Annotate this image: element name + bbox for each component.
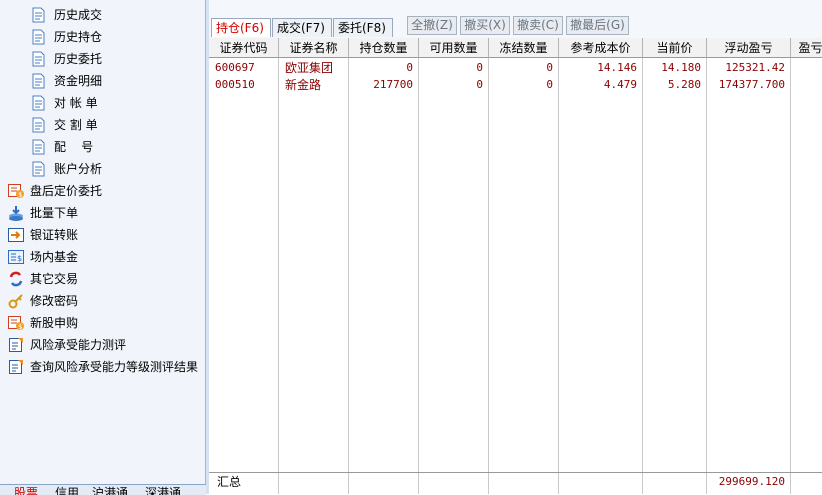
sidebar-item-label: 配 号 — [54, 140, 94, 154]
cell-floating-pl: 174377.700 — [718, 78, 785, 91]
cell-position-qty: 217700 — [373, 78, 413, 91]
bank-transfer-icon — [8, 227, 24, 243]
tab-bar: 持仓(F6) 成交(F7) 委托(F8) 全撤(Z) 撤买(X) 撤卖(C) 撤… — [209, 0, 822, 38]
cell-available-qty: 0 — [476, 78, 483, 91]
document-icon — [31, 29, 46, 45]
sidebar-item-label: 历史成交 — [54, 8, 103, 22]
sidebar: 历史成交 历史持仓 历史委托 资金明细 对 帐 单 交 割 单 配 号 账户分析… — [0, 0, 206, 495]
column-header-code[interactable]: 证券代码 — [209, 38, 279, 58]
sidebar-item-label: 风险承受能力测评 — [30, 338, 127, 352]
column-divider — [706, 58, 707, 494]
document-icon — [31, 139, 46, 155]
cancel-sell-button[interactable]: 撤卖(C) — [513, 16, 563, 35]
cell-frozen-qty: 0 — [546, 78, 553, 91]
cell-current-price: 14.180 — [661, 61, 701, 74]
column-divider — [348, 58, 349, 494]
cell-frozen-qty: 0 — [546, 61, 553, 74]
column-divider — [278, 58, 279, 494]
document-icon — [31, 95, 46, 111]
tab-orders[interactable]: 委托(F8) — [333, 18, 393, 37]
sidebar-item-label: 账户分析 — [54, 162, 103, 176]
other-trade-icon — [8, 271, 23, 287]
after-hours-order-icon: $ — [8, 183, 24, 199]
cell-name: 欧亚集团 — [285, 61, 334, 75]
cell-position-qty: 0 — [406, 61, 413, 74]
column-header-available-qty[interactable]: 可用数量 — [419, 38, 489, 58]
summary-divider — [209, 472, 822, 473]
sidebar-item-label: 新股申购 — [30, 316, 79, 330]
positions-table: 证券代码 证券名称 持仓数量 可用数量 冻结数量 参考成本价 当前价 浮动盈亏 … — [209, 38, 822, 494]
sidebar-item-label: 银证转账 — [30, 228, 79, 242]
cell-floating-pl: 125321.42 — [725, 61, 785, 74]
cell-current-price: 5.280 — [667, 78, 701, 91]
sidebar-item-label: 其它交易 — [30, 272, 79, 286]
risk-assessment-icon — [8, 337, 23, 353]
cell-code: 600697 — [215, 61, 255, 74]
document-icon — [31, 7, 46, 23]
cell-code: 000510 — [215, 78, 255, 91]
document-icon — [31, 161, 46, 177]
cancel-buy-button[interactable]: 撤买(X) — [460, 16, 510, 35]
column-divider — [790, 58, 791, 494]
svg-text:$: $ — [18, 191, 22, 199]
summary-floating-pl: 299699.120 — [718, 475, 785, 488]
cancel-last-button[interactable]: 撤最后(G) — [566, 16, 629, 35]
svg-text:$: $ — [17, 254, 22, 263]
column-header-pl[interactable]: 盈亏 — [791, 38, 822, 58]
svg-text:$: $ — [18, 323, 22, 331]
column-divider — [642, 58, 643, 494]
cell-name: 新金路 — [285, 78, 322, 92]
column-header-position-qty[interactable]: 持仓数量 — [349, 38, 419, 58]
key-icon — [8, 293, 23, 309]
sidebar-item-label: 历史委托 — [54, 52, 103, 66]
summary-label: 汇总 — [217, 475, 242, 489]
column-header-name[interactable]: 证券名称 — [279, 38, 349, 58]
sidebar-item-label: 历史持仓 — [54, 30, 103, 44]
fund-icon: $ — [8, 249, 24, 265]
sidebar-item-label: 批量下单 — [30, 206, 79, 220]
column-header-cost-price[interactable]: 参考成本价 — [559, 38, 643, 58]
cell-available-qty: 0 — [476, 61, 483, 74]
sidebar-item-label: 对 帐 单 — [54, 96, 98, 110]
cell-cost-price: 14.146 — [597, 61, 637, 74]
document-icon — [31, 117, 46, 133]
sidebar-item-label: 场内基金 — [30, 250, 79, 264]
sidebar-item-label: 盘后定价委托 — [30, 184, 103, 198]
column-header-frozen-qty[interactable]: 冻结数量 — [489, 38, 559, 58]
column-divider — [418, 58, 419, 494]
cancel-all-button[interactable]: 全撤(Z) — [407, 16, 457, 35]
sidebar-item-label: 交 割 单 — [54, 118, 98, 132]
cell-cost-price: 4.479 — [603, 78, 637, 91]
risk-result-icon — [8, 359, 23, 375]
sidebar-item-label: 查询风险承受能力等级测评结果 — [30, 360, 199, 374]
tab-positions[interactable]: 持仓(F6) — [211, 18, 271, 37]
ipo-icon: $ — [8, 315, 24, 331]
column-header-floating-pl[interactable]: 浮动盈亏 — [707, 38, 791, 58]
account-type-tabs: 股票 信用 沪港通 深港通 — [0, 484, 206, 495]
sidebar-item-label: 修改密码 — [30, 294, 79, 308]
main-panel: 持仓(F6) 成交(F7) 委托(F8) 全撤(Z) 撤买(X) 撤卖(C) 撤… — [209, 0, 822, 494]
column-divider — [558, 58, 559, 494]
tab-trades[interactable]: 成交(F7) — [272, 18, 332, 37]
document-icon — [31, 73, 46, 89]
sidebar-item-label: 资金明细 — [54, 74, 103, 88]
batch-order-icon — [8, 205, 23, 221]
column-header-current-price[interactable]: 当前价 — [643, 38, 707, 58]
column-divider — [488, 58, 489, 494]
document-icon — [31, 51, 46, 67]
